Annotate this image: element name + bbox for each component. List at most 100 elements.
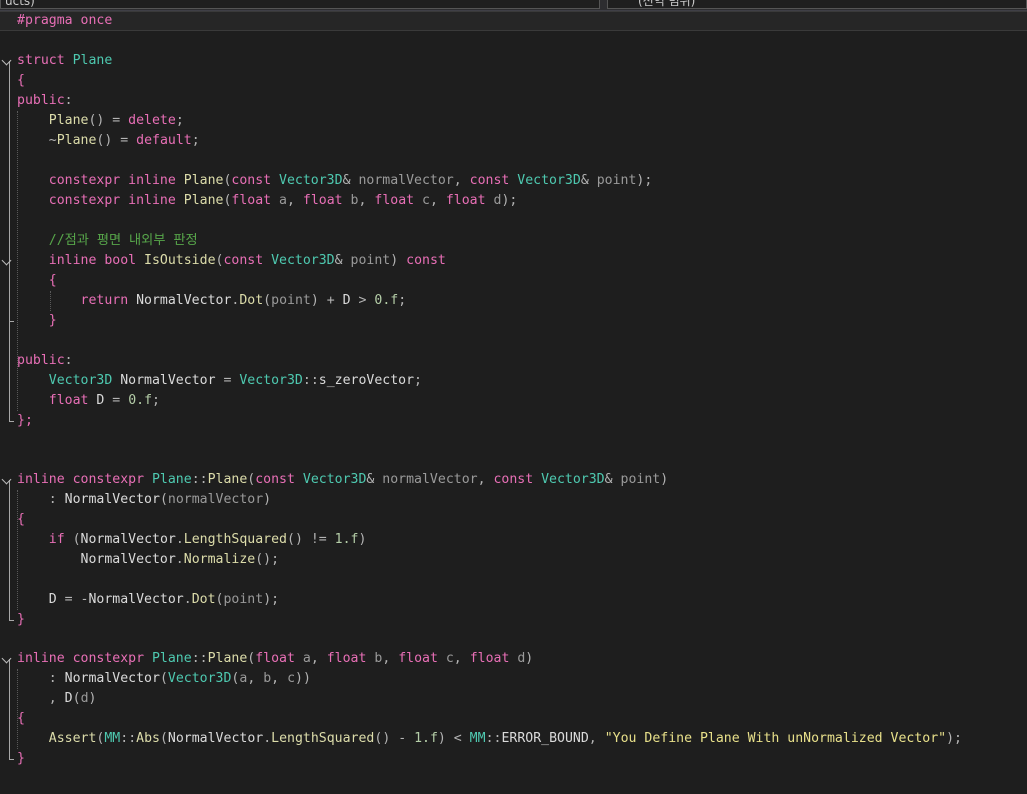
code-token: , xyxy=(429,193,446,208)
code-line[interactable]: #pragma once xyxy=(0,11,1027,31)
code-line[interactable]: inline constexpr Plane::Plane(float a, f… xyxy=(0,649,1027,669)
code-token: > xyxy=(350,293,375,308)
code-token: ) xyxy=(88,691,97,706)
code-text: public: xyxy=(17,91,73,111)
code-token: = xyxy=(104,393,129,408)
code-text: D = -NormalVector.Dot(point); xyxy=(17,590,279,610)
code-token: Vector3D xyxy=(517,173,581,188)
code-line[interactable]: : NormalVector(normalVector) xyxy=(0,490,1027,510)
scope-selector-right[interactable]: (전역 범위) xyxy=(607,0,1027,9)
code-token: float xyxy=(445,193,494,208)
code-token: NormalVector xyxy=(64,671,160,686)
code-token: float xyxy=(231,193,280,208)
code-text: Plane() = delete; xyxy=(17,111,184,131)
code-token: { xyxy=(48,273,57,288)
code-line[interactable]: } xyxy=(0,311,1027,331)
code-text: constexpr inline Plane(const Vector3D& n… xyxy=(17,171,653,191)
code-line[interactable]: { xyxy=(0,709,1027,729)
code-token: 0.f xyxy=(128,393,153,408)
code-token: inline constexpr xyxy=(17,651,152,666)
code-token: c xyxy=(287,671,296,686)
code-line[interactable]: D = -NormalVector.Dot(point); xyxy=(0,590,1027,610)
code-token: float xyxy=(255,651,303,666)
code-token: & xyxy=(334,253,351,268)
code-token: { xyxy=(17,711,25,726)
code-token: () - xyxy=(374,731,415,746)
code-line[interactable]: public: xyxy=(0,91,1027,111)
code-line[interactable]: }; xyxy=(0,411,1027,431)
code-token: . xyxy=(175,552,184,567)
code-token: Dot xyxy=(191,592,216,607)
code-line[interactable]: constexpr inline Plane(float a, float b,… xyxy=(0,191,1027,211)
scope-selector-left[interactable]: ucts) xyxy=(0,0,600,9)
code-token: float xyxy=(374,193,423,208)
fold-toggle-icon[interactable] xyxy=(1,653,12,664)
code-line[interactable]: } xyxy=(0,749,1027,769)
fold-toggle-icon[interactable] xyxy=(1,474,12,485)
code-token: :: xyxy=(302,373,319,388)
code-text: } xyxy=(17,610,25,630)
code-line[interactable]: } xyxy=(0,610,1027,630)
code-line[interactable]: return NormalVector.Dot(point) + D > 0.f… xyxy=(0,291,1027,311)
code-editor[interactable]: #pragma once struct Plane{public: Plane()… xyxy=(0,11,1027,794)
code-token: ) + xyxy=(310,293,343,308)
code-line[interactable]: if (NormalVector.LengthSquared() != 1.f) xyxy=(0,530,1027,550)
code-token: :: xyxy=(191,472,208,487)
code-line[interactable]: ~Plane() = default; xyxy=(0,131,1027,151)
code-line[interactable]: //점과 평면 내외부 판정 xyxy=(0,231,1027,251)
code-token: Vector3D xyxy=(167,671,232,686)
code-line[interactable]: { xyxy=(0,510,1027,530)
code-text: #pragma once xyxy=(17,12,112,32)
code-line[interactable]: { xyxy=(0,71,1027,91)
code-token: return xyxy=(80,293,137,308)
code-token: ; xyxy=(191,133,200,148)
code-token: ) xyxy=(358,532,367,547)
code-line[interactable]: constexpr inline Plane(const Vector3D& n… xyxy=(0,171,1027,191)
code-token: :: xyxy=(485,731,502,746)
code-line[interactable]: NormalVector.Normalize(); xyxy=(0,550,1027,570)
code-line[interactable]: Vector3D NormalVector = Vector3D::s_zero… xyxy=(0,371,1027,391)
code-text: Vector3D NormalVector = Vector3D::s_zero… xyxy=(17,371,422,391)
code-line[interactable]: float D = 0.f; xyxy=(0,391,1027,411)
code-token: const xyxy=(255,472,303,487)
code-token: inline bool xyxy=(48,253,145,268)
code-text: }; xyxy=(17,411,33,431)
code-token: { xyxy=(17,512,25,527)
code-token: ) xyxy=(660,472,669,487)
code-token: :: xyxy=(120,731,137,746)
code-line[interactable]: struct Plane xyxy=(0,51,1027,71)
fold-toggle-icon[interactable] xyxy=(1,55,12,66)
editor-navigation-bar: ucts) (전역 범위) xyxy=(0,0,1027,11)
code-token: ); xyxy=(946,731,962,746)
code-token: Plane xyxy=(207,651,248,666)
code-token: a xyxy=(279,193,287,208)
code-token: (); xyxy=(255,552,280,567)
code-token: NormalVector xyxy=(64,492,160,507)
code-line[interactable]: : NormalVector(Vector3D(a, b, c)) xyxy=(0,669,1027,689)
code-line[interactable]: Plane() = delete; xyxy=(0,111,1027,131)
code-line[interactable]: inline bool IsOutside(const Vector3D& po… xyxy=(0,251,1027,271)
code-text: NormalVector.Normalize(); xyxy=(17,550,280,570)
code-token: NormalVector xyxy=(167,731,264,746)
code-line[interactable]: Assert(MM::Abs(NormalVector.LengthSquare… xyxy=(0,729,1027,749)
code-token: ( xyxy=(72,532,81,547)
code-token: float xyxy=(48,393,97,408)
code-token: Plane xyxy=(48,113,89,128)
code-text: : NormalVector(Vector3D(a, b, c)) xyxy=(17,669,311,689)
code-line[interactable]: { xyxy=(0,271,1027,291)
code-token: Plane xyxy=(151,472,192,487)
code-token: #pragma once xyxy=(17,13,113,28)
code-line[interactable]: inline constexpr Plane::Plane(const Vect… xyxy=(0,470,1027,490)
fold-toggle-icon[interactable] xyxy=(1,255,12,266)
code-line[interactable]: public: xyxy=(0,351,1027,371)
code-token: D xyxy=(17,592,57,607)
code-token: c xyxy=(422,193,430,208)
code-token: , xyxy=(453,651,470,666)
code-token: ( xyxy=(159,731,168,746)
code-line[interactable]: , D(d) xyxy=(0,689,1027,709)
code-token: = xyxy=(215,373,240,388)
code-token: . xyxy=(175,532,184,547)
